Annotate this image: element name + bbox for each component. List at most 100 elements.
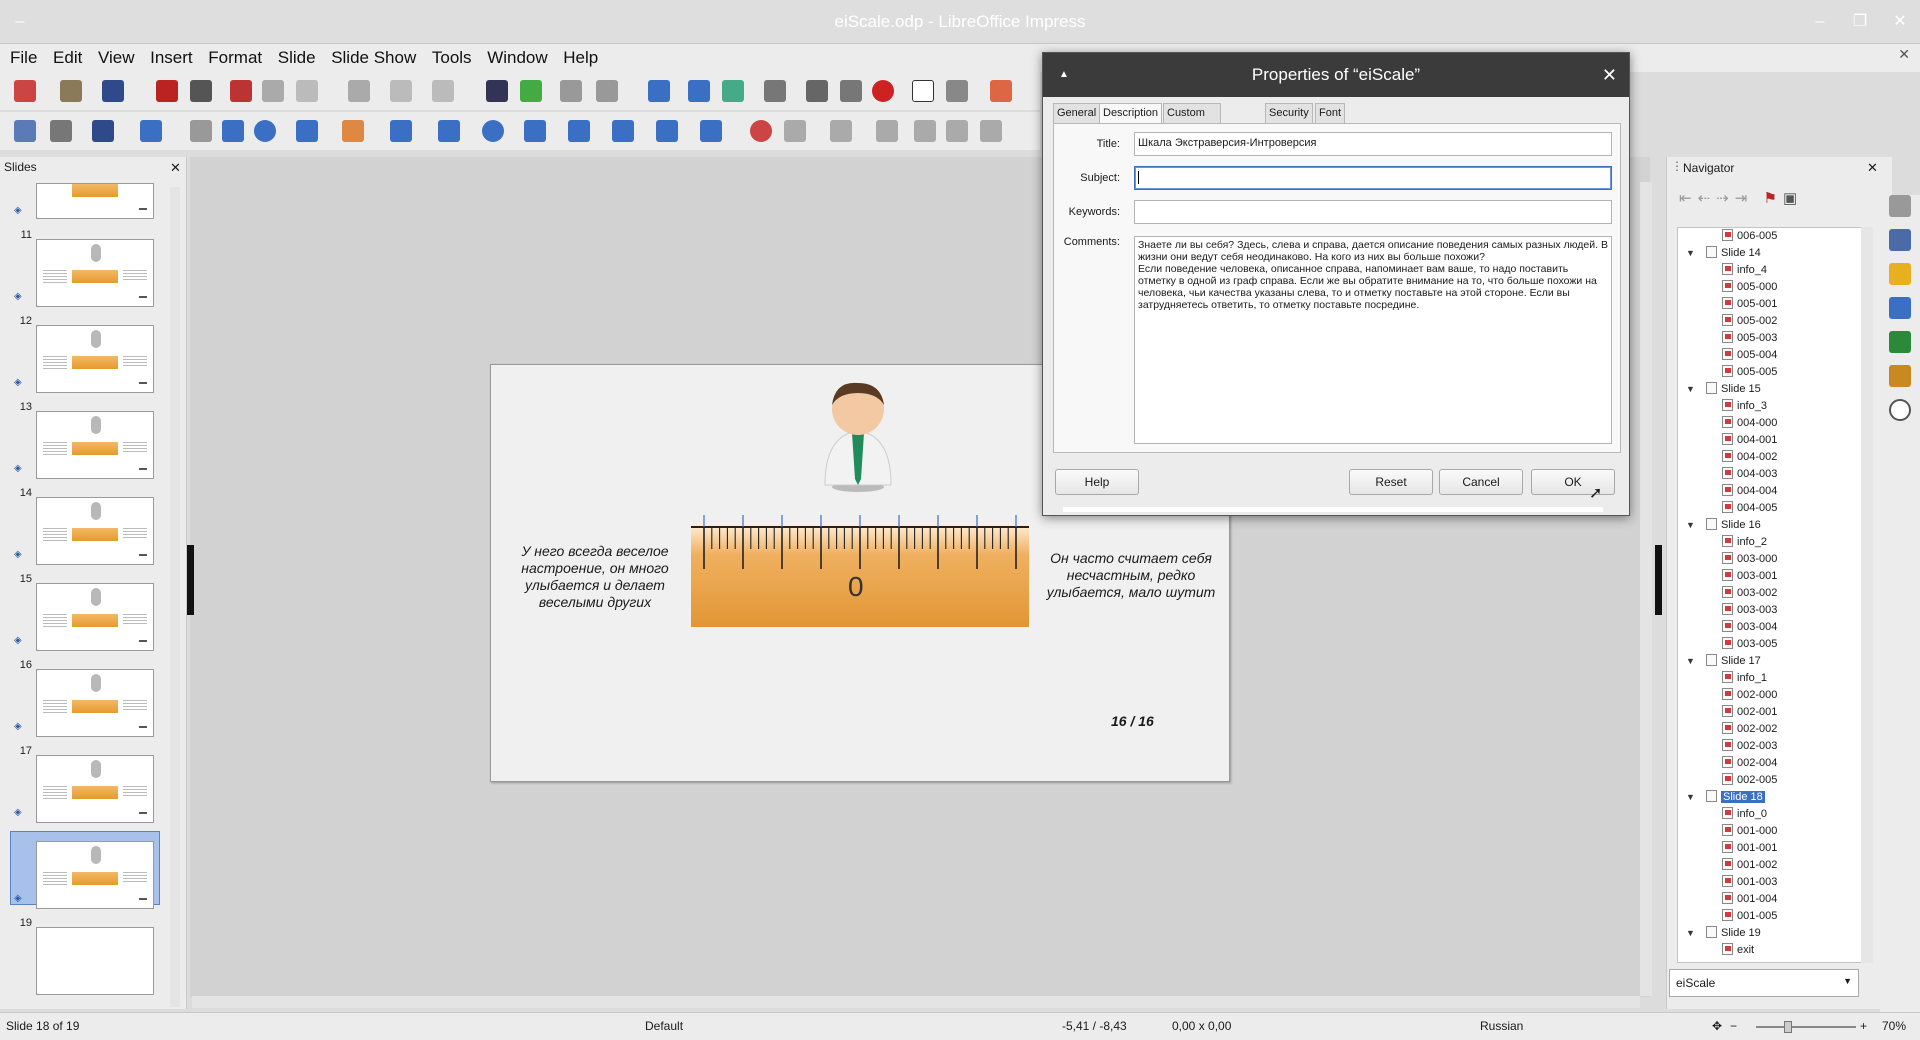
- copy-icon[interactable]: [262, 80, 284, 102]
- save-icon[interactable]: [102, 80, 124, 102]
- canvas-vertical-scrollbar[interactable]: [1640, 182, 1652, 996]
- start-current-slide-icon[interactable]: [722, 80, 744, 102]
- arrow-line-icon[interactable]: [296, 120, 318, 142]
- navigator-object-item[interactable]: 001-003: [1722, 874, 1777, 891]
- shapes-filter-icon[interactable]: ▣: [1783, 190, 1803, 207]
- slide-thumbnail[interactable]: [36, 841, 154, 909]
- layout-name[interactable]: Default: [645, 1019, 683, 1033]
- select-icon[interactable]: [14, 120, 36, 142]
- navigator-object-item[interactable]: 005-000: [1722, 279, 1777, 296]
- fill-color-icon[interactable]: [140, 120, 162, 142]
- slide-thumbnail[interactable]: [36, 583, 154, 651]
- navigator-object-item[interactable]: exit: [1722, 942, 1754, 959]
- ellipse-icon[interactable]: [254, 120, 276, 142]
- open-icon[interactable]: [60, 80, 82, 102]
- menu-edit[interactable]: Edit: [43, 44, 82, 68]
- slides-panel-collapse-handle[interactable]: [187, 545, 194, 615]
- line-color-icon[interactable]: [92, 120, 114, 142]
- start-first-slide-icon[interactable]: [688, 80, 710, 102]
- navigator-object-item[interactable]: 003-005: [1722, 636, 1777, 653]
- rotate-icon[interactable]: [750, 120, 772, 142]
- menu-format[interactable]: Format: [198, 44, 262, 68]
- navigator-object-item[interactable]: 002-001: [1722, 704, 1777, 721]
- slide-thumbnail[interactable]: [36, 669, 154, 737]
- undo-icon[interactable]: [390, 80, 412, 102]
- align-icon[interactable]: [784, 120, 806, 142]
- navigator-object-item[interactable]: 002-002: [1722, 721, 1777, 738]
- first-slide-icon[interactable]: ⇤: [1679, 190, 1698, 207]
- image-icon[interactable]: [806, 80, 828, 102]
- navigator-object-item[interactable]: 004-001: [1722, 432, 1777, 449]
- zoom-in-icon[interactable]: +: [1860, 1019, 1867, 1033]
- slide-thumbnail[interactable]: [36, 411, 154, 479]
- language-status[interactable]: Russian: [1480, 1019, 1523, 1033]
- close-navigator-icon[interactable]: ✕: [1867, 160, 1878, 176]
- master-slides-icon[interactable]: [1889, 297, 1911, 319]
- navigator-object-item[interactable]: 005-003: [1722, 330, 1777, 347]
- navigator-slide-item[interactable]: ▼ Slide 17: [1686, 653, 1761, 670]
- navigator-object-item[interactable]: 002-003: [1722, 738, 1777, 755]
- expand-toggle-icon[interactable]: ▼: [1686, 789, 1695, 806]
- slide-thumbnail[interactable]: [36, 927, 154, 995]
- navigator-object-item[interactable]: 001-002: [1722, 857, 1777, 874]
- expand-toggle-icon[interactable]: ▼: [1686, 925, 1695, 942]
- media-icon[interactable]: [872, 80, 894, 102]
- rectangle-icon[interactable]: [222, 120, 244, 142]
- canvas-horizontal-scrollbar[interactable]: [192, 996, 1640, 1008]
- drag-mode-icon[interactable]: ⚑: [1763, 190, 1782, 207]
- zoom-slider-handle[interactable]: [1784, 1021, 1792, 1033]
- reset-button[interactable]: Reset: [1349, 469, 1433, 495]
- navigator-object-item[interactable]: 002-004: [1722, 755, 1777, 772]
- navigator-object-item[interactable]: 003-001: [1722, 568, 1777, 585]
- close-slides-panel-icon[interactable]: ✕: [170, 160, 181, 176]
- cancel-button[interactable]: Cancel: [1439, 469, 1523, 495]
- last-slide-icon[interactable]: ⇥: [1735, 190, 1754, 207]
- clone-formatting-icon[interactable]: [348, 80, 370, 102]
- maximize-icon[interactable]: ❐: [1848, 10, 1872, 34]
- navigator-tree[interactable]: 006-005 ▼ Slide 14 info_4 005-000 005-001 005-…: [1677, 227, 1873, 963]
- tab-custom-properties[interactable]: Custom Properties: [1163, 103, 1222, 137]
- slide-thumbnail[interactable]: [36, 497, 154, 565]
- navigator-object-item[interactable]: 005-001: [1722, 296, 1777, 313]
- navigator-object-item[interactable]: 001-005: [1722, 908, 1777, 925]
- table-icon[interactable]: [764, 80, 786, 102]
- cut-icon[interactable]: [230, 80, 252, 102]
- navigator-slide-item[interactable]: ▼ Slide 15: [1686, 381, 1761, 398]
- slides-scrollbar[interactable]: [170, 187, 180, 1007]
- navigator-object-item[interactable]: 002-005: [1722, 772, 1777, 789]
- navigator-object-item[interactable]: 003-003: [1722, 602, 1777, 619]
- print-icon[interactable]: [190, 80, 212, 102]
- styles-icon[interactable]: [1889, 331, 1911, 353]
- gallery-icon[interactable]: [1889, 365, 1911, 387]
- dialog-menu-icon[interactable]: ▲: [1059, 53, 1069, 97]
- chart-icon[interactable]: [840, 80, 862, 102]
- next-slide-icon[interactable]: ⇢: [1716, 190, 1735, 207]
- dialog-close-icon[interactable]: ✕: [1602, 53, 1617, 97]
- tab-security[interactable]: Security: [1265, 103, 1313, 123]
- subject-field[interactable]: [1134, 166, 1612, 190]
- stars-icon[interactable]: [656, 120, 678, 142]
- navigator-object-item[interactable]: 004-005: [1722, 500, 1777, 517]
- navigator-object-item[interactable]: 003-004: [1722, 619, 1777, 636]
- navigator-slide-item[interactable]: ▼ Slide 14: [1686, 245, 1761, 262]
- navigator-slide-item[interactable]: ▼ Slide 18: [1686, 789, 1765, 806]
- text-box-icon[interactable]: [912, 80, 934, 102]
- find-replace-icon[interactable]: [486, 80, 508, 102]
- navigator-object-item[interactable]: 005-004: [1722, 347, 1777, 364]
- navigator-object-item[interactable]: info_4: [1722, 262, 1767, 279]
- navigator-object-item[interactable]: 004-004: [1722, 483, 1777, 500]
- menu-slide-show[interactable]: Slide Show: [321, 44, 416, 68]
- navigator-object-item[interactable]: 001-001: [1722, 840, 1777, 857]
- slide-transition-icon[interactable]: [1889, 229, 1911, 251]
- master-slide-icon[interactable]: [648, 80, 670, 102]
- crop-icon[interactable]: [946, 120, 968, 142]
- zoom-level[interactable]: 70%: [1882, 1019, 1906, 1033]
- display-views-icon[interactable]: [596, 80, 618, 102]
- tab-description[interactable]: Description: [1099, 103, 1163, 124]
- navigator-object-item[interactable]: 006-005: [1722, 228, 1777, 245]
- tab-general[interactable]: General: [1053, 103, 1101, 123]
- shadow-icon[interactable]: [914, 120, 936, 142]
- sidebar-collapse-handle[interactable]: [1655, 545, 1662, 615]
- minimize-icon[interactable]: –: [1808, 10, 1832, 34]
- navigator-object-item[interactable]: 003-000: [1722, 551, 1777, 568]
